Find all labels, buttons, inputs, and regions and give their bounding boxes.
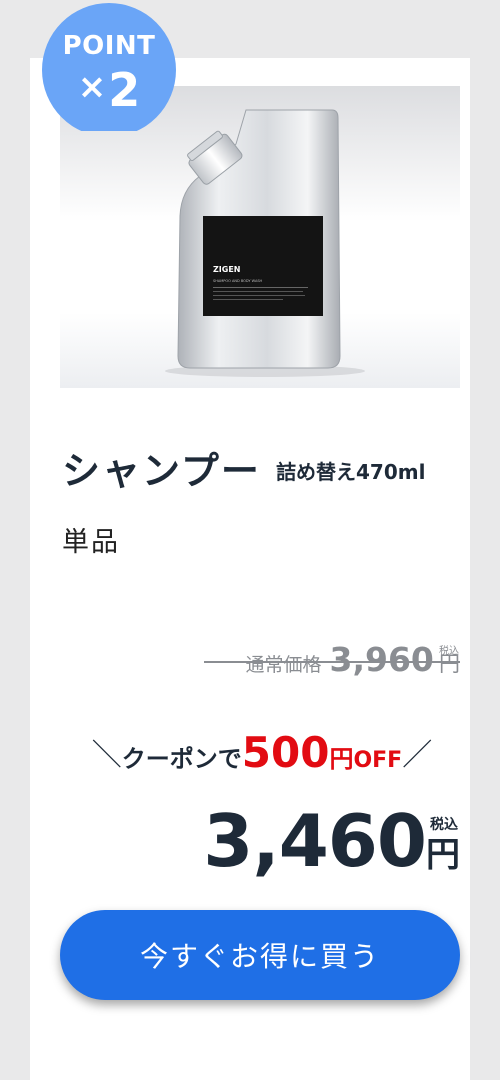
product-title: シャンプー — [62, 449, 261, 493]
sale-price-tax-label: 税込 — [430, 817, 458, 833]
buy-now-button[interactable]: 今すぐお得に買う — [60, 910, 460, 1000]
badge-label: POINT — [62, 31, 156, 61]
coupon-text: クーポンで — [121, 745, 242, 773]
badge-multiplier: ×2 — [40, 59, 178, 118]
regular-price: 通常価格 3,960 円 税込 — [200, 640, 460, 680]
product-title-row: シャンプー 詰め替え470ml — [62, 440, 462, 493]
refill-pouch-illustration: ZIGEN SHAMPOO AND BODY WASH — [165, 109, 365, 377]
badge-multiplier-symbol: × — [77, 67, 107, 107]
point-badge: POINT ×2 — [40, 3, 178, 131]
product-image: ZIGEN SHAMPOO AND BODY WASH — [60, 86, 460, 388]
sale-price: 3,460円 税込 — [160, 796, 460, 886]
regular-price-label: 通常価格 — [245, 654, 322, 676]
coupon-suffix: ／ — [402, 738, 433, 773]
buy-now-button-label: 今すぐお得に買う — [139, 940, 380, 973]
badge-multiplier-value: 2 — [108, 63, 141, 117]
coupon-banner: ＼クーポンで500円OFF／ — [62, 728, 462, 784]
coupon-currency: 円 — [329, 745, 354, 773]
regular-price-tax-label: 税込 — [439, 646, 459, 657]
coupon-prefix: ＼ — [91, 738, 122, 773]
strikethrough-line — [204, 661, 460, 663]
pouch-brand-text: ZIGEN — [213, 265, 241, 274]
product-variant: 詰め替え470ml — [276, 460, 426, 484]
sale-price-currency: 円 — [426, 835, 460, 875]
pouch-line-text: SHAMPOO AND BODY WASH — [213, 279, 263, 283]
regular-price-value: 3,960 — [329, 640, 434, 679]
product-subtitle: 単品 — [62, 527, 120, 558]
coupon-amount: 500 — [241, 728, 330, 777]
coupon-off: OFF — [353, 748, 403, 773]
sale-price-value: 3,460 — [203, 799, 427, 883]
